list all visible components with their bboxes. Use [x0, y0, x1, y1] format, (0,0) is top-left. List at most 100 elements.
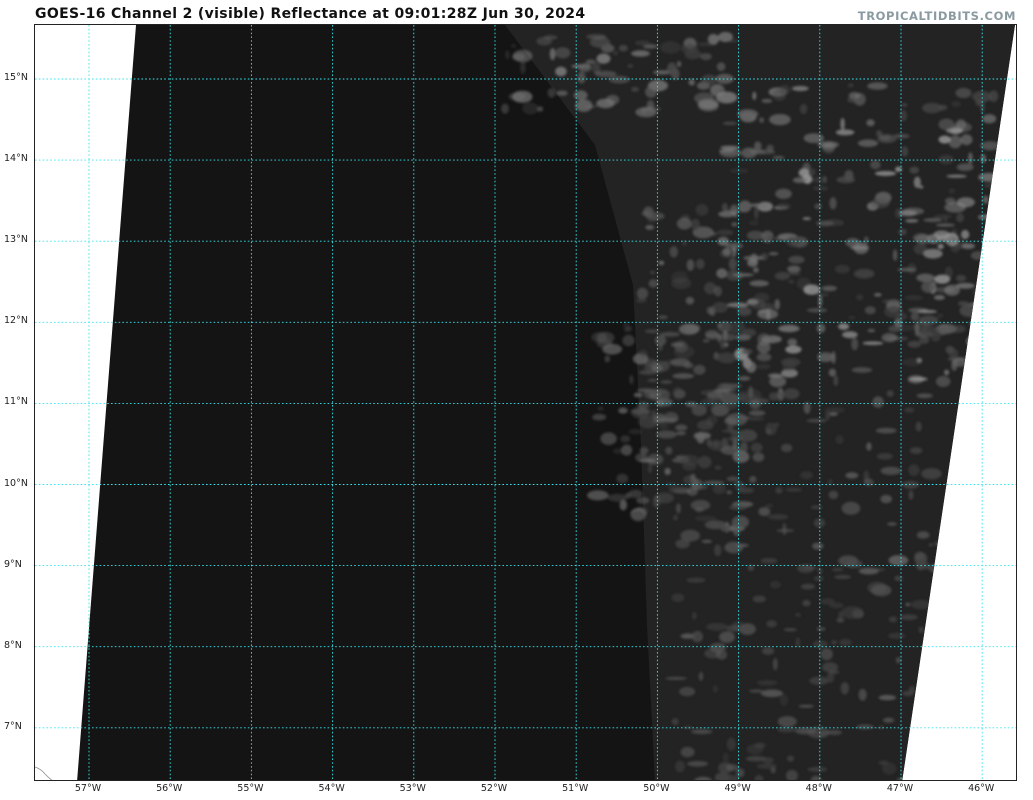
cloud-patch: [828, 490, 839, 500]
cloud-patch: [972, 90, 992, 103]
cloud-patch: [835, 435, 844, 444]
longitude-tick-label: 49°W: [724, 783, 751, 794]
cloud-patch: [766, 620, 777, 628]
cloud-patch: [670, 342, 685, 348]
cloud-patch: [841, 501, 861, 515]
cloud-patch: [761, 689, 783, 698]
cloud-patch: [753, 267, 759, 273]
cloud-patch: [613, 51, 618, 56]
cloud-patch: [714, 465, 722, 470]
cloud-patch: [783, 628, 797, 632]
cloud-patch: [788, 255, 805, 264]
cloud-patch: [760, 558, 778, 564]
cloud-patch: [680, 529, 700, 542]
cloud-patch: [792, 177, 807, 184]
cloud-patch: [806, 308, 828, 313]
cloud-patch: [696, 420, 714, 431]
cloud-patch: [788, 280, 795, 284]
cloud-patch: [679, 686, 696, 697]
cloud-patch: [835, 129, 855, 136]
cloud-patch: [888, 555, 909, 566]
cloud-patch: [956, 213, 964, 223]
cloud-patch: [970, 335, 991, 343]
cloud-patch: [939, 534, 954, 538]
cloud-patch: [683, 475, 696, 485]
cloud-patch: [813, 576, 824, 581]
cloud-patch: [933, 295, 945, 300]
cloud-patch: [606, 94, 620, 105]
cloud-patch: [864, 236, 869, 244]
cloud-patch: [807, 767, 828, 772]
cloud-patch: [907, 340, 922, 348]
cloud-patch: [875, 427, 897, 434]
cloud-patch: [909, 377, 928, 382]
cloud-patch: [887, 522, 897, 526]
cloud-patch: [921, 281, 936, 293]
cloud-patch: [944, 197, 956, 205]
cloud-patch: [645, 225, 655, 230]
cloud-patch: [908, 490, 914, 500]
cloud-patch: [667, 62, 677, 76]
cloud-patch: [691, 630, 704, 643]
cloud-patch: [665, 446, 673, 455]
cloud-patch: [726, 737, 737, 751]
cloud-patch: [871, 197, 890, 209]
cloud-patch: [987, 548, 1002, 553]
cloud-patch: [937, 243, 944, 250]
cloud-patch: [716, 62, 726, 72]
cloud-patch: [983, 183, 997, 188]
cloud-patch: [923, 248, 943, 259]
latitude-tick-label: 15°N: [4, 72, 28, 83]
cloud-patch: [938, 323, 949, 335]
cloud-patch: [706, 306, 712, 314]
cloud-patch: [867, 82, 888, 90]
cloud-patch: [737, 109, 759, 119]
cloud-patch: [728, 437, 743, 442]
cloud-patch: [965, 539, 988, 553]
cloud-patch: [899, 210, 917, 217]
cloud-patch: [960, 229, 970, 240]
cloud-patch: [987, 555, 999, 560]
cloud-patch: [618, 407, 628, 414]
cloud-patch: [909, 447, 923, 454]
latitude-tick-label: 7°N: [4, 720, 22, 732]
cloud-patch: [866, 119, 875, 127]
cloud-patch: [814, 203, 822, 210]
cloud-patch: [745, 756, 767, 762]
cloud-patch: [982, 195, 989, 204]
cloud-patch: [961, 243, 975, 250]
cloud-patch: [960, 134, 973, 146]
cloud-patch: [586, 34, 607, 40]
cloud-patch: [727, 321, 746, 334]
cloud-patch: [794, 613, 802, 617]
cloud-patch: [882, 717, 895, 723]
cloud-patch: [816, 220, 834, 227]
cloud-patch: [867, 328, 876, 333]
cloud-patch: [512, 90, 533, 103]
cloud-patch: [681, 44, 699, 54]
cloud-patch: [680, 746, 695, 758]
cloud-patch: [501, 103, 509, 114]
cloud-patch: [720, 525, 731, 532]
cloud-patch: [741, 147, 757, 159]
cloud-patch: [752, 452, 765, 462]
latitude-tick-label: 9°N: [4, 558, 22, 570]
cloud-patch: [833, 375, 839, 387]
coastline: [35, 766, 53, 780]
cloud-patch: [627, 64, 634, 68]
cloud-patch: [772, 657, 778, 671]
cloud-patch: [737, 306, 752, 316]
cloud-patch: [596, 53, 611, 64]
cloud-patch: [683, 725, 693, 729]
cloud-patch: [904, 295, 924, 301]
cloud-patch: [636, 497, 650, 504]
cloud-patch: [604, 355, 610, 363]
cloud-patch: [675, 431, 687, 436]
cloud-patch: [934, 214, 953, 219]
cloud-patch: [547, 88, 556, 98]
cloud-patch: [665, 676, 687, 680]
cloud-patch: [944, 369, 950, 376]
cloud-patch: [938, 104, 948, 111]
cloud-patch: [922, 770, 932, 780]
cloud-patch: [686, 577, 706, 583]
